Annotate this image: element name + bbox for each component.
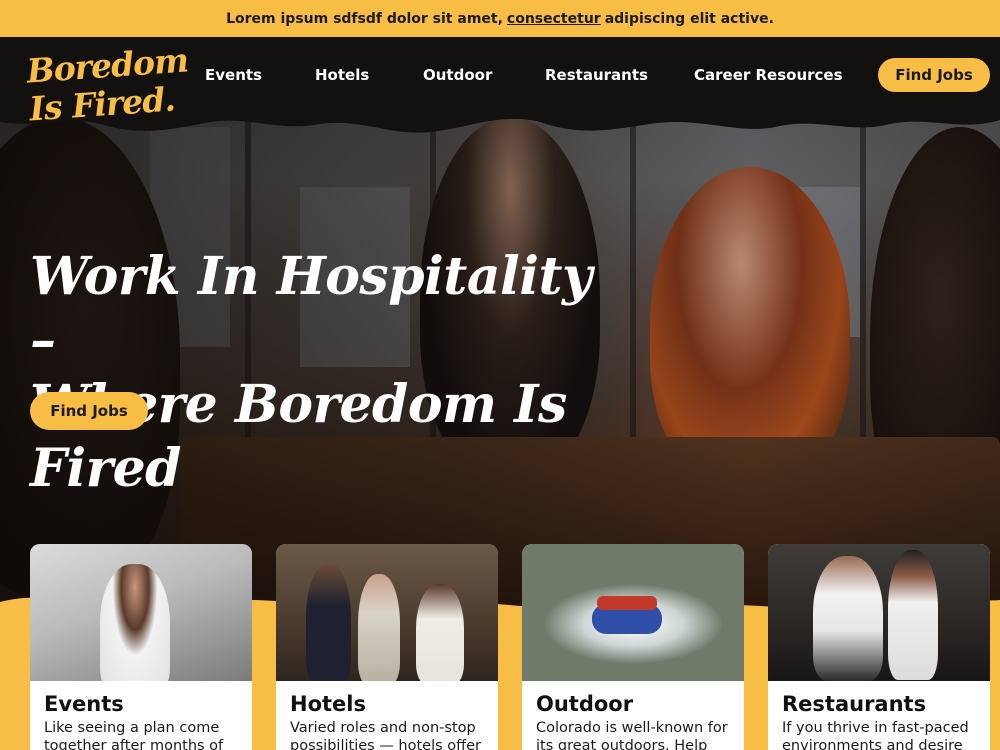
announcement-bar: Lorem ipsum sdfsdf dolor sit amet, conse… xyxy=(0,0,1000,37)
hero-find-jobs-button[interactable]: Find Jobs xyxy=(30,392,148,430)
main-nav: Events Hotels Outdoor Restaurants Career… xyxy=(0,58,1000,92)
nav-events[interactable]: Events xyxy=(205,66,262,84)
card-text: Colorado is well-known for its great out… xyxy=(536,720,728,750)
nav-hotels[interactable]: Hotels xyxy=(315,66,369,84)
nav-find-jobs-button[interactable]: Find Jobs xyxy=(878,58,990,92)
nav-restaurants[interactable]: Restaurants xyxy=(545,66,648,84)
announcement-text-end: adipiscing elit active. xyxy=(604,10,774,27)
card-title: Restaurants xyxy=(782,692,927,716)
card-title: Hotels xyxy=(290,692,366,716)
hero-title-line-1: Work In Hospitality – xyxy=(30,246,592,371)
events-image xyxy=(30,544,252,681)
card-events[interactable]: Events Like seeing a plan come together … xyxy=(30,544,252,750)
hotels-image xyxy=(276,544,498,681)
card-text: If you thrive in fast-paced environments… xyxy=(782,720,969,750)
card-outdoor[interactable]: Outdoor Colorado is well-known for its g… xyxy=(522,544,744,750)
announcement-text: Lorem ipsum sdfsdf dolor sit amet, xyxy=(226,10,503,27)
card-text: Like seeing a plan come together after m… xyxy=(44,720,224,750)
announcement-link[interactable]: consectetur xyxy=(507,11,601,27)
category-cards: Events Like seeing a plan come together … xyxy=(0,544,1000,750)
restaurants-image xyxy=(768,544,990,681)
hero-title: Work In Hospitality – Where Boredom Is F… xyxy=(30,245,630,501)
nav-outdoor[interactable]: Outdoor xyxy=(423,66,492,84)
card-text: Varied roles and non-stop possibilities … xyxy=(290,720,482,750)
card-restaurants[interactable]: Restaurants If you thrive in fast-paced … xyxy=(768,544,990,750)
outdoor-image xyxy=(522,544,744,681)
card-hotels[interactable]: Hotels Varied roles and non-stop possibi… xyxy=(276,544,498,750)
card-title: Events xyxy=(44,692,124,716)
nav-career-resources[interactable]: Career Resources xyxy=(694,66,843,84)
card-title: Outdoor xyxy=(536,692,634,716)
